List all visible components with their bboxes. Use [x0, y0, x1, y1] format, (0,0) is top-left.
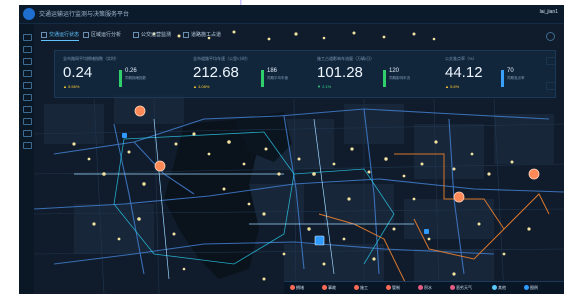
legend-label: 管制: [392, 285, 400, 290]
kpi-change: ▼ 2.1%: [317, 84, 332, 89]
kpi-change: ▲ 5.56%: [63, 84, 80, 89]
nav-user-icon[interactable]: [23, 142, 32, 149]
legend-weather[interactable]: 恶劣天气: [450, 285, 472, 291]
accident-icon: [322, 285, 327, 291]
kpi-sub-note: 同期平均车速: [267, 76, 288, 80]
tab-label: 公交运营监测: [141, 32, 172, 38]
nav-map-icon[interactable]: [23, 46, 32, 53]
title-bar: 交通运输运行监测与决策服务平台 lai_jian1: [19, 5, 564, 24]
kpi-bar: [501, 70, 504, 87]
search-icon[interactable]: [546, 32, 555, 41]
user-name[interactable]: lai_jian1: [540, 9, 558, 15]
kpi-value: 101.28: [317, 64, 363, 81]
congestion-icon: [290, 285, 295, 291]
kpi-change: ▲ 5.6%: [445, 84, 460, 89]
tab-roadwork[interactable]: 道路施工占道: [183, 30, 221, 40]
tab-traffic-icon: [41, 31, 47, 38]
construction-icon: [354, 285, 359, 291]
legend-label: 恶劣天气: [456, 285, 472, 290]
legend-accident[interactable]: 事故: [322, 285, 336, 291]
other-icon: [492, 285, 497, 291]
kpi-sub-value: 120: [389, 68, 400, 74]
kpi-speed: 全市道路平均车速（公里/小时） 212.68 186 同期平均车速 ▲ 3.08…: [193, 51, 308, 97]
tab-bus-icon: [133, 31, 139, 38]
legend-label: 其他: [498, 285, 506, 290]
kpi-label: 全市路网平均拥堵指数（实时）: [63, 56, 119, 61]
legend-label: 施工: [360, 285, 368, 290]
tab-label: 道路施工占道: [191, 32, 222, 38]
weather-icon: [450, 285, 455, 291]
tab-region-analysis[interactable]: 区域运行分析: [83, 30, 121, 40]
kpi-label: 公交准点率（%）: [445, 56, 477, 61]
nav-home-icon[interactable]: [23, 34, 32, 41]
kpi-sub-value: 186: [267, 68, 278, 74]
app-logo-icon: [23, 8, 35, 20]
nav-camera-icon[interactable]: [23, 106, 32, 113]
bottom-toolbar: 拥堵 事故 施工 管制 积水 恶劣天气 其他 图例: [284, 281, 564, 294]
kpi-label: 全市道路平均车速（公里/小时）: [193, 56, 251, 61]
nav-bus-icon[interactable]: [23, 70, 32, 77]
tab-traffic-status[interactable]: 交通运行状态: [41, 30, 80, 41]
control-icon: [386, 285, 391, 291]
kpi-value: 0.24: [63, 64, 93, 81]
legend-construction[interactable]: 施工: [354, 285, 368, 291]
legend-label: 拥堵: [296, 285, 304, 290]
legend-congestion[interactable]: 拥堵: [290, 285, 304, 291]
kpi-bus-punctuality: 公交准点率（%） 44.12 70 同期准点率 ▲ 5.6%: [445, 51, 550, 97]
legend-label: 图例: [530, 285, 538, 290]
dashboard-screen: 交通运输运行监测与决策服务平台 lai_jian1 交通运行状态 区域运行分析 …: [19, 5, 564, 294]
tab-bus-monitor[interactable]: 公交运营监测: [133, 30, 171, 40]
kpi-bar: [383, 70, 386, 87]
kpi-value: 44.12: [445, 64, 483, 81]
tab-region-icon: [83, 31, 89, 38]
legend-toggle[interactable]: 图例: [524, 285, 538, 291]
frame: | 交通运输运行监测与决策服务平台 lai_jian1 交通运行状态 区域运行分…: [0, 0, 570, 305]
nav-road-icon[interactable]: [23, 82, 32, 89]
nav-alert-icon[interactable]: [23, 94, 32, 101]
tab-label: 区域运行分析: [91, 32, 122, 38]
legend-other[interactable]: 其他: [492, 285, 506, 291]
kpi-value: 212.68: [193, 64, 239, 81]
kpi-flow: 施工占道影响车流量（万辆/日） 101.28 120 同期影响车流 ▼ 2.1%: [317, 51, 432, 97]
left-nav: [19, 24, 35, 294]
kpi-sub-note: 同期影响车流: [389, 76, 410, 80]
flooding-icon: [418, 285, 423, 291]
legend-label: 积水: [424, 285, 432, 290]
kpi-bar: [119, 70, 122, 87]
tab-roadwork-icon: [183, 31, 189, 38]
kpi-change: ▲ 3.08%: [193, 84, 210, 89]
nav-report-icon[interactable]: [23, 118, 32, 125]
kpi-panel: 全市路网平均拥堵指数（实时） 0.24 0.26 同期拥堵指数 ▲ 5.56% …: [54, 50, 556, 98]
app-title: 交通运输运行监测与决策服务平台: [39, 12, 130, 18]
tab-label: 交通运行状态: [49, 32, 80, 38]
kpi-sub-value: 0.26: [125, 68, 137, 74]
kpi-bar: [261, 70, 264, 87]
legend-flooding[interactable]: 积水: [418, 285, 432, 291]
kpi-congestion: 全市路网平均拥堵指数（实时） 0.24 0.26 同期拥堵指数 ▲ 5.56%: [63, 51, 178, 97]
kpi-label: 施工占道影响车流量（万辆/日）: [317, 56, 375, 61]
kpi-sub-note: 同期准点率: [507, 76, 525, 80]
kpi-sub-value: 70: [507, 68, 514, 74]
nav-settings-icon[interactable]: [23, 130, 32, 137]
legend-control[interactable]: 管制: [386, 285, 400, 291]
legend-icon: [524, 285, 529, 291]
nav-chart-icon[interactable]: [23, 58, 32, 65]
kpi-sub-note: 同期拥堵指数: [125, 76, 146, 80]
legend-label: 事故: [328, 285, 336, 290]
